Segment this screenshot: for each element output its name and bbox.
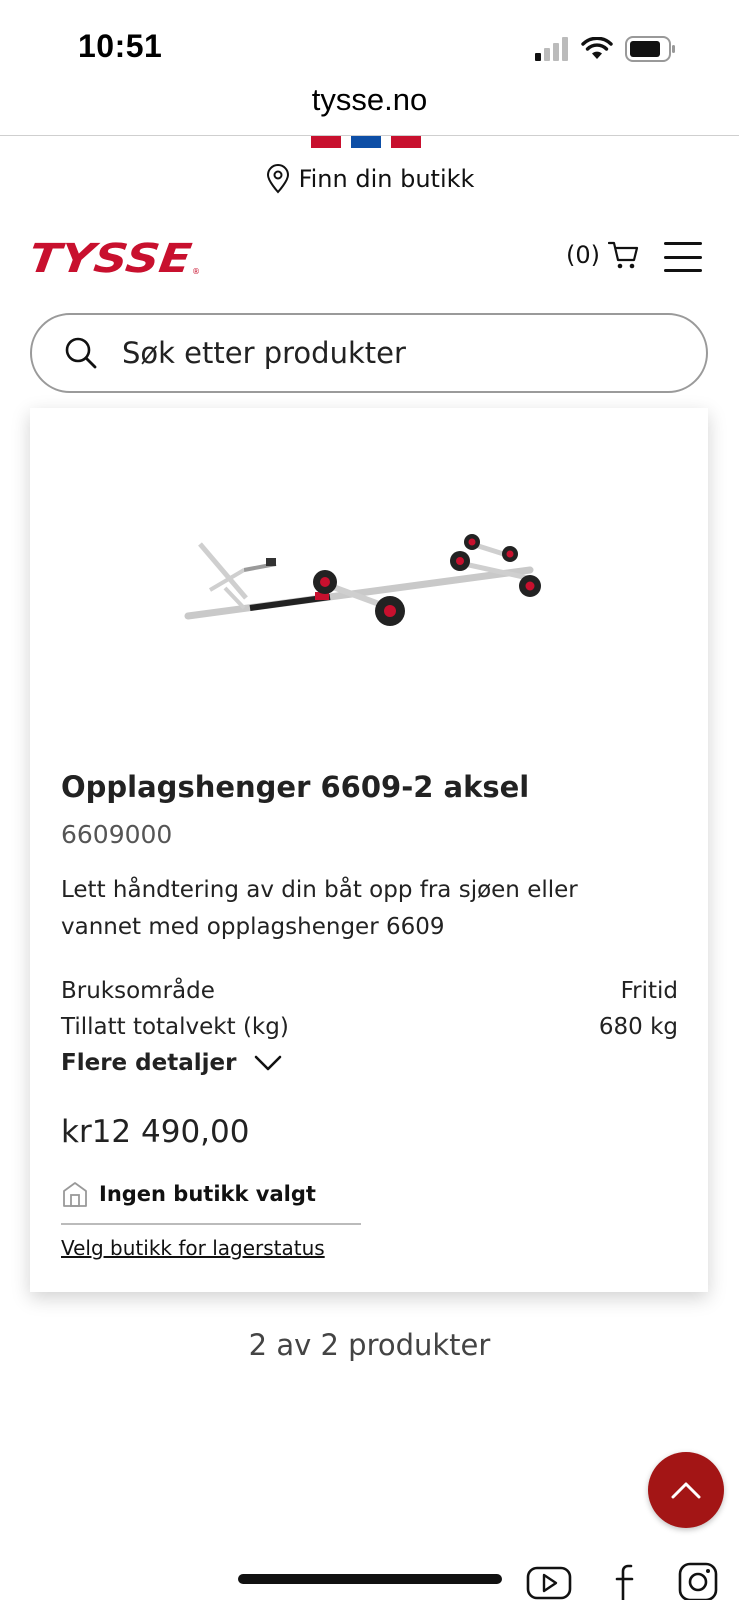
spec-row: Tillatt totalvekt (kg) 680 kg (61, 1014, 678, 1040)
product-price: kr12 490,00 (61, 1114, 250, 1150)
flag-decoration (311, 136, 421, 148)
more-details-toggle[interactable]: Flere detaljer (61, 1050, 282, 1076)
chevron-up-icon (671, 1482, 701, 1499)
svg-text:TYSSE: TYSSE (30, 238, 194, 278)
product-image[interactable] (180, 468, 580, 638)
find-store-label: Finn din butikk (298, 165, 475, 193)
spec-value: Fritid (620, 978, 678, 1004)
facebook-icon[interactable] (612, 1560, 642, 1600)
spec-label: Tillatt totalvekt (kg) (61, 1014, 289, 1040)
spec-label: Bruksområde (61, 978, 215, 1004)
product-sku: 6609000 (61, 820, 173, 849)
tysse-logo[interactable]: TYSSE ® (26, 236, 202, 282)
spec-value: 680 kg (598, 1014, 678, 1040)
status-bar: 10:51 (0, 0, 739, 80)
cart-icon (608, 241, 639, 269)
location-pin-icon (266, 164, 289, 194)
search-placeholder: Søk etter produkter (122, 336, 406, 370)
youtube-icon[interactable] (526, 1560, 572, 1600)
store-status: Ingen butikk valgt (61, 1180, 316, 1208)
instagram-icon[interactable] (678, 1560, 720, 1600)
status-icons (535, 36, 677, 62)
store-icon (63, 1182, 87, 1207)
scroll-to-top-button[interactable] (648, 1452, 724, 1528)
store-status-label: Ingen butikk valgt (99, 1182, 316, 1206)
svg-text:®: ® (192, 267, 200, 276)
menu-icon[interactable] (664, 242, 702, 272)
chevron-down-icon (255, 1055, 282, 1071)
product-card[interactable]: Opplagshenger 6609-2 aksel 6609000 Lett … (30, 408, 708, 1292)
cart-button[interactable]: (0) (566, 240, 640, 270)
url-text: tysse.no (311, 82, 428, 117)
product-title[interactable]: Opplagshenger 6609-2 aksel (61, 770, 529, 804)
product-count: 2 av 2 produkter (248, 1328, 491, 1362)
search-icon (65, 337, 97, 369)
battery-icon (625, 36, 675, 62)
choose-store-link[interactable]: Velg butikk for lagerstatus (61, 1236, 325, 1260)
status-time: 10:51 (78, 28, 163, 64)
browser-url-bar[interactable]: tysse.no (0, 78, 739, 136)
more-details-label: Flere detaljer (61, 1050, 237, 1076)
spec-row: Bruksområde Fritid (61, 978, 678, 1004)
search-input[interactable]: Søk etter produkter (30, 313, 708, 393)
home-indicator (238, 1574, 502, 1584)
find-store-link[interactable]: Finn din butikk (0, 164, 739, 194)
cart-count: (0) (566, 241, 600, 269)
divider (61, 1223, 361, 1225)
product-description: Lett håndtering av din båt opp fra sjøen… (61, 877, 578, 940)
signal-icon (535, 37, 568, 61)
wifi-icon (581, 37, 613, 59)
